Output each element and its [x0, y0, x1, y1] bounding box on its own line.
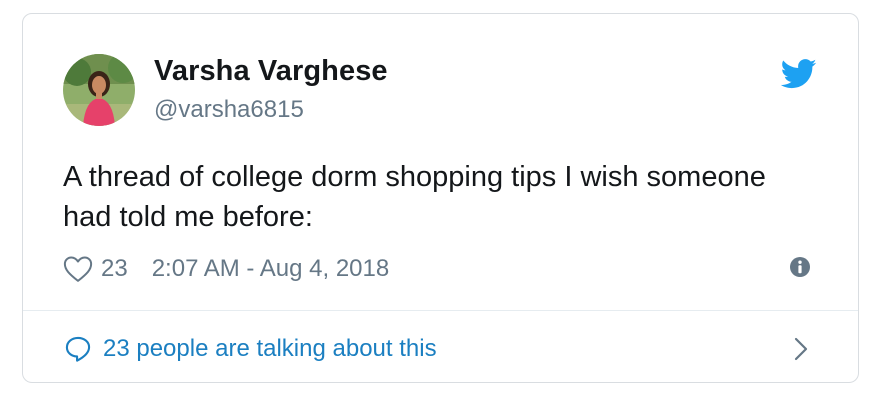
info-icon[interactable] — [789, 256, 811, 278]
speech-bubble-icon — [65, 336, 91, 362]
conversation-label[interactable]: 23 people are talking about this — [103, 335, 437, 363]
author-handle[interactable]: @varsha6815 — [154, 96, 304, 124]
tweet-card[interactable]: Varsha Varghese @varsha6815 A thread of … — [22, 13, 859, 383]
tweet-text: A thread of college dorm shopping tips I… — [63, 161, 766, 233]
chevron-right-icon[interactable] — [791, 336, 811, 362]
avatar-image — [63, 54, 135, 126]
twitter-bird-icon[interactable] — [781, 58, 817, 90]
like-count[interactable]: 23 — [101, 255, 128, 283]
tweet-timestamp[interactable]: 2:07 AM - Aug 4, 2018 — [152, 255, 390, 283]
tweet-meta: 23 2:07 AM - Aug 4, 2018 — [63, 254, 389, 284]
heart-icon[interactable] — [63, 255, 93, 283]
avatar[interactable] — [63, 54, 135, 126]
divider — [23, 310, 858, 311]
author-display-name[interactable]: Varsha Varghese — [154, 55, 388, 88]
conversation-link[interactable]: 23 people are talking about this — [63, 332, 437, 366]
